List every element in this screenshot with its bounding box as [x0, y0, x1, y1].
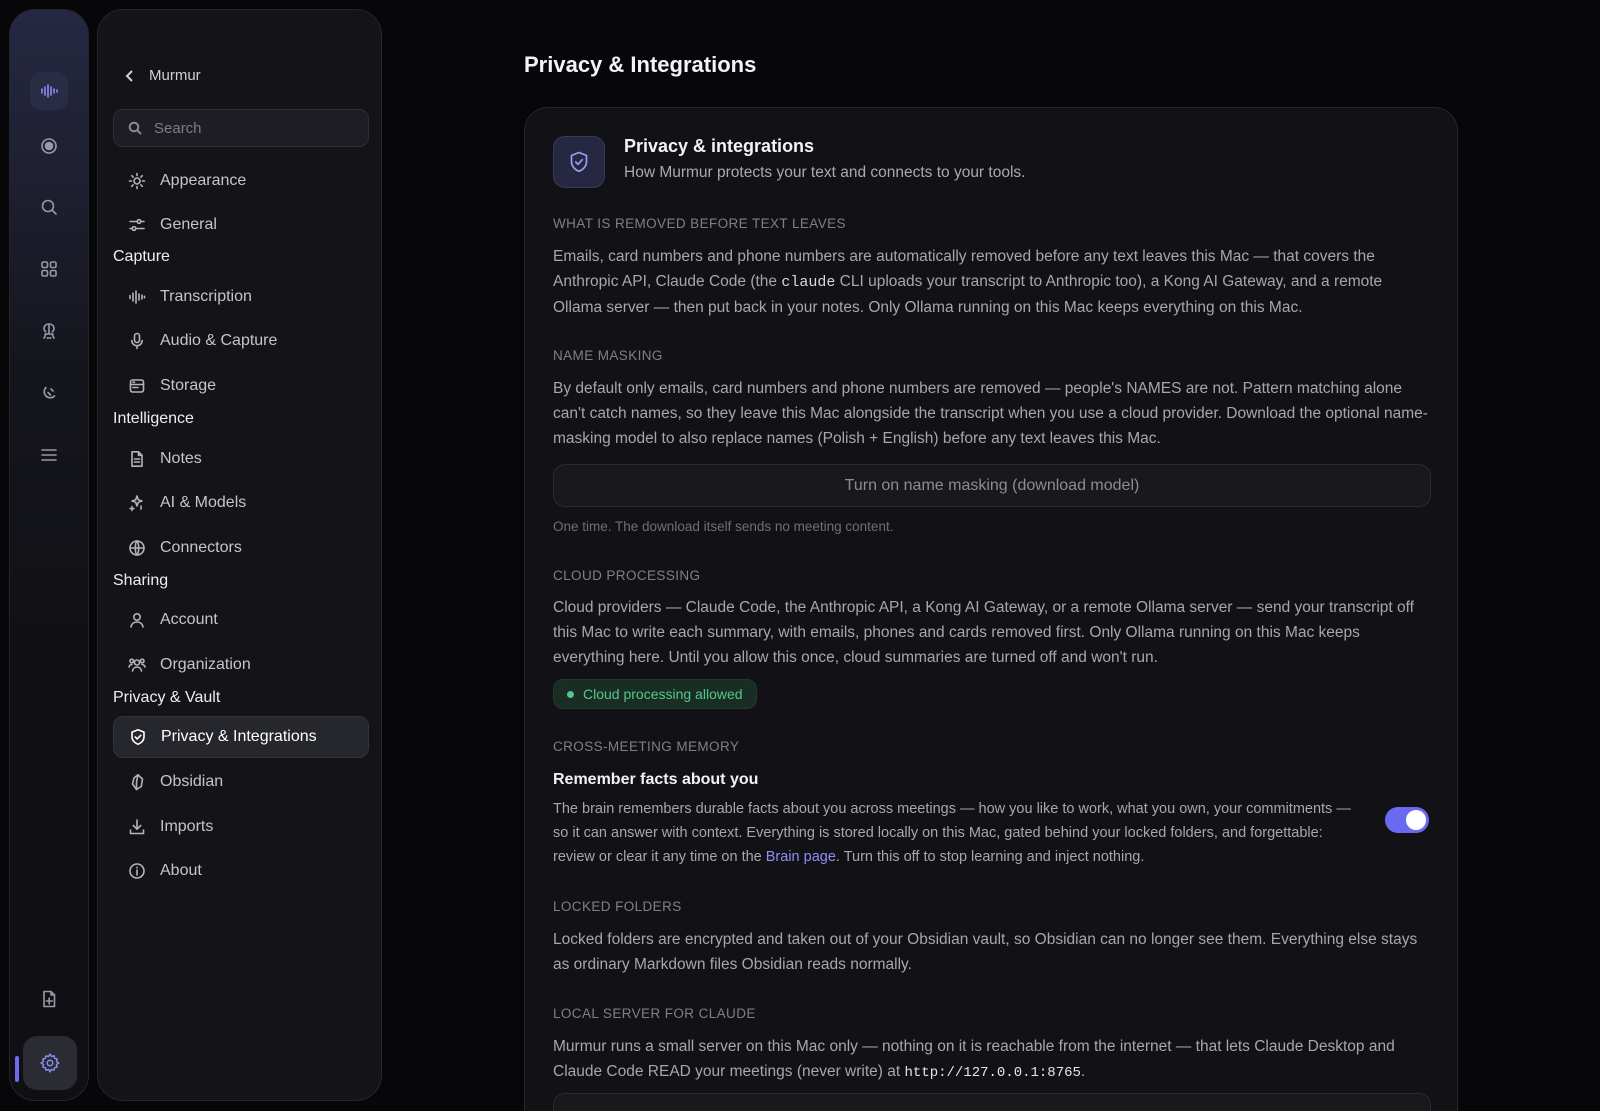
nav-item-label: Imports	[160, 818, 214, 835]
search-field[interactable]	[113, 109, 369, 147]
card-subtitle: How Murmur protects your text and connec…	[624, 164, 1026, 181]
nav-item-account[interactable]: Account	[113, 599, 369, 641]
nav-section-sharing: Sharing	[113, 572, 169, 589]
shield-check-icon	[553, 136, 605, 188]
nav-item-label: Organization	[160, 656, 251, 673]
memory-title: Remember facts about you	[553, 771, 759, 788]
info-icon	[129, 863, 145, 879]
status-badge: Cloud processing allowed	[553, 679, 757, 709]
section-text-locked: Locked folders are encrypted and taken o…	[553, 931, 1418, 973]
section-text-name-masking: By default only emails, card numbers and…	[553, 380, 1428, 447]
text-fragment: . Turn this off to stop learning and inj…	[835, 849, 1145, 865]
nav-item-notes[interactable]: Notes	[113, 438, 369, 480]
nav-item-label: About	[160, 862, 202, 879]
nav-item-obsidian[interactable]: Obsidian	[113, 761, 369, 803]
nav-item-ai-models[interactable]: AI & Models	[113, 482, 369, 524]
search-input[interactable]	[154, 119, 354, 137]
users-icon	[128, 658, 146, 672]
search-icon	[128, 121, 142, 135]
sparkle-icon	[129, 495, 143, 512]
nav-item-audio-capture[interactable]: Audio & Capture	[113, 320, 369, 362]
server-url: http://127.0.0.1:8765	[904, 1065, 1081, 1081]
privacy-card: Privacy & integrations How Murmur protec…	[524, 107, 1458, 1111]
globe-icon	[129, 540, 145, 556]
record-icon[interactable]	[30, 127, 68, 165]
search-icon[interactable]	[30, 188, 68, 226]
download-icon	[129, 819, 145, 835]
storage-icon	[129, 379, 145, 393]
nav-item-label: Obsidian	[160, 773, 224, 790]
obsidian-icon	[131, 774, 144, 791]
nav-item-about[interactable]: About	[113, 850, 369, 892]
nav-item-connectors[interactable]: Connectors	[113, 527, 369, 569]
text-fragment: .	[1080, 1063, 1086, 1080]
nav-item-organization[interactable]: Organization	[113, 644, 369, 686]
section-text-local-server: Murmur runs a small server on this Mac o…	[553, 1034, 1429, 1086]
nav-item-label: Audio & Capture	[160, 332, 278, 349]
nav-section-capture: Capture	[113, 248, 170, 265]
icon-rail	[9, 9, 89, 1101]
nav-item-general[interactable]: General	[113, 204, 369, 246]
sun-icon	[128, 172, 146, 190]
new-note-icon[interactable]	[30, 980, 68, 1018]
section-label-removed: WHAT IS REMOVED BEFORE TEXT LEAVES	[553, 216, 846, 231]
list-icon[interactable]	[30, 436, 68, 474]
nav-item-label: Account	[160, 611, 218, 628]
nav-item-privacy-integrations[interactable]: Privacy & Integrations	[113, 716, 369, 758]
nav-item-label: Notes	[160, 450, 202, 467]
turn-on-name-masking-button[interactable]: Turn on name masking (download model)	[553, 464, 1431, 507]
tag-icon[interactable]	[30, 374, 68, 412]
back-label: Murmur	[149, 67, 201, 84]
section-text-cloud: Cloud providers — Claude Code, the Anthr…	[553, 599, 1414, 666]
brain-icon[interactable]	[30, 312, 68, 350]
local-server-control[interactable]	[553, 1093, 1431, 1111]
nav-section-privacy-vault: Privacy & Vault	[113, 689, 221, 706]
nav-item-storage[interactable]: Storage	[113, 365, 369, 407]
shield-check-icon	[131, 729, 145, 745]
brain-page-link[interactable]: Brain page	[766, 849, 836, 865]
grid-icon[interactable]	[30, 250, 68, 288]
name-masking-hint: One time. The download itself sends no m…	[553, 519, 894, 534]
card-title: Privacy & integrations	[624, 136, 815, 156]
active-indicator	[15, 1056, 19, 1082]
section-label-local-server: LOCAL SERVER FOR CLAUDE	[553, 1006, 756, 1021]
inline-code: claude	[781, 274, 836, 291]
memory-toggle[interactable]	[1385, 807, 1429, 833]
page-title: Privacy & Integrations	[524, 52, 757, 77]
status-label: Cloud processing allowed	[583, 686, 743, 702]
section-text-memory: The brain remembers durable facts about …	[553, 797, 1353, 869]
waveform-icon	[129, 290, 146, 304]
back-button[interactable]: Murmur	[123, 67, 201, 84]
nav-item-label: Appearance	[160, 172, 247, 189]
document-icon	[131, 451, 143, 467]
chevron-left-icon	[125, 69, 133, 82]
waveform-icon[interactable]	[30, 72, 68, 110]
settings-sidebar: Murmur Appearance General Capture Transc…	[97, 9, 382, 1101]
microphone-icon	[131, 332, 143, 350]
section-label-locked: LOCKED FOLDERS	[553, 899, 682, 914]
nav-item-label: Privacy & Integrations	[161, 728, 317, 745]
nav-item-label: General	[160, 216, 217, 233]
section-label-memory: CROSS-MEETING MEMORY	[553, 739, 740, 754]
sliders-icon	[129, 218, 145, 232]
nav-item-appearance[interactable]: Appearance	[113, 160, 369, 202]
nav-item-label: AI & Models	[160, 494, 247, 511]
nav-section-intelligence: Intelligence	[113, 410, 194, 427]
nav-item-label: Connectors	[160, 539, 242, 556]
section-text-removed: Emails, card numbers and phone numbers a…	[553, 244, 1429, 320]
nav-item-label: Storage	[160, 377, 217, 394]
user-icon	[130, 612, 144, 628]
nav-item-imports[interactable]: Imports	[113, 806, 369, 848]
nav-item-label: Transcription	[160, 288, 252, 305]
status-dot-icon	[567, 690, 574, 698]
settings-icon[interactable]	[23, 1036, 77, 1090]
section-label-cloud: CLOUD PROCESSING	[553, 568, 701, 583]
section-label-name-masking: NAME MASKING	[553, 348, 663, 363]
toggle-knob	[1406, 810, 1426, 830]
nav-item-transcription[interactable]: Transcription	[113, 276, 369, 318]
